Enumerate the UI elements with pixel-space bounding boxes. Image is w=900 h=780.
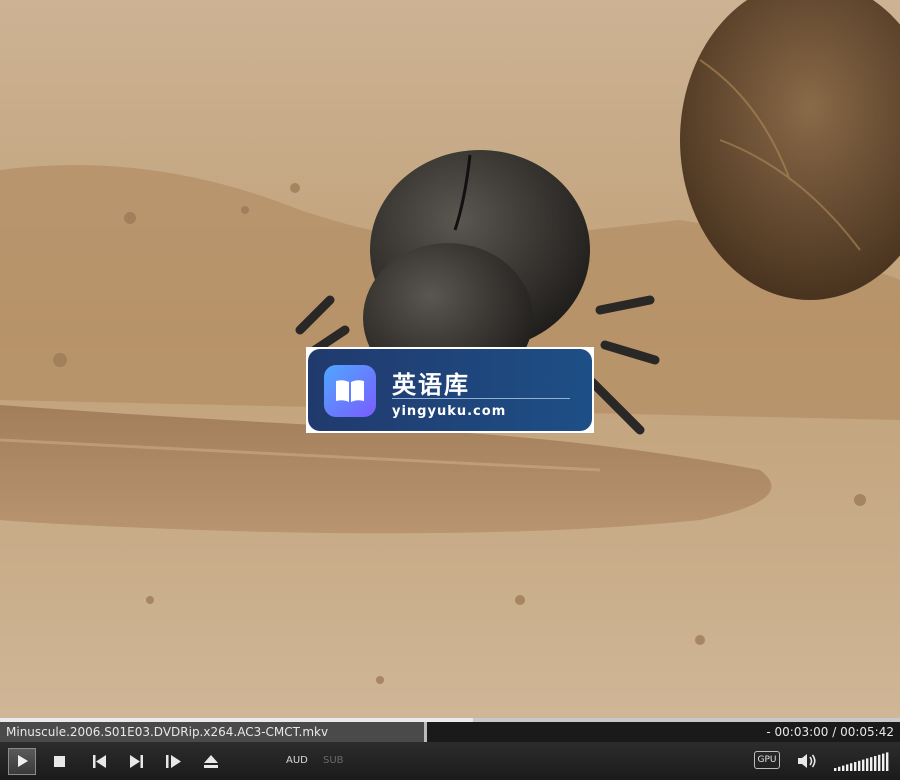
eject-button[interactable]	[204, 755, 218, 768]
volume-bars-icon	[834, 752, 889, 771]
video-frame[interactable]: 英语库 yingyuku.com	[0, 0, 900, 718]
subtitle-button[interactable]: SUB	[323, 755, 344, 766]
mute-button[interactable]	[798, 753, 818, 769]
frame-step-button[interactable]	[166, 755, 181, 768]
previous-button[interactable]	[93, 755, 107, 768]
volume-bar	[862, 759, 865, 771]
next-button[interactable]	[129, 755, 143, 768]
volume-bar	[854, 762, 857, 771]
volume-bar	[874, 756, 877, 771]
speaker-icon	[798, 754, 816, 768]
volume-slider[interactable]	[834, 751, 890, 771]
time-display[interactable]: - 00:03:00 / 00:05:42	[766, 725, 894, 739]
volume-bar	[850, 763, 853, 771]
watermark-title: 英语库	[392, 371, 470, 399]
volume-bar	[866, 758, 869, 771]
gpu-button[interactable]: GPU	[754, 751, 780, 769]
volume-bar	[846, 764, 849, 771]
volume-bar	[858, 760, 861, 771]
volume-bar	[882, 753, 885, 771]
status-bar: Minuscule.2006.S01E03.DVDRip.x264.AC3-CM…	[0, 722, 900, 742]
stop-icon	[54, 756, 65, 767]
frame-step-icon	[166, 755, 181, 768]
play-button[interactable]	[8, 748, 36, 775]
control-bar: AUD SUB GPU	[0, 742, 900, 780]
watermark-divider	[392, 398, 570, 399]
skip-next-icon	[130, 755, 143, 768]
play-icon	[18, 755, 28, 767]
watermark-url: yingyuku.com	[392, 404, 507, 419]
skip-previous-icon	[93, 755, 106, 768]
watermark-banner: 英语库 yingyuku.com	[306, 347, 594, 433]
volume-bar	[838, 766, 841, 771]
watermark-panel: 英语库 yingyuku.com	[308, 349, 592, 431]
volume-bar	[870, 757, 873, 771]
volume-bar	[842, 765, 845, 771]
volume-bar	[886, 752, 889, 771]
audio-track-button[interactable]: AUD	[286, 755, 308, 766]
volume-bar	[834, 768, 837, 771]
eject-icon	[204, 755, 218, 768]
book-icon	[324, 365, 376, 417]
volume-bar	[878, 754, 881, 771]
file-name: Minuscule.2006.S01E03.DVDRip.x264.AC3-CM…	[6, 725, 329, 739]
stop-button[interactable]	[54, 756, 65, 767]
